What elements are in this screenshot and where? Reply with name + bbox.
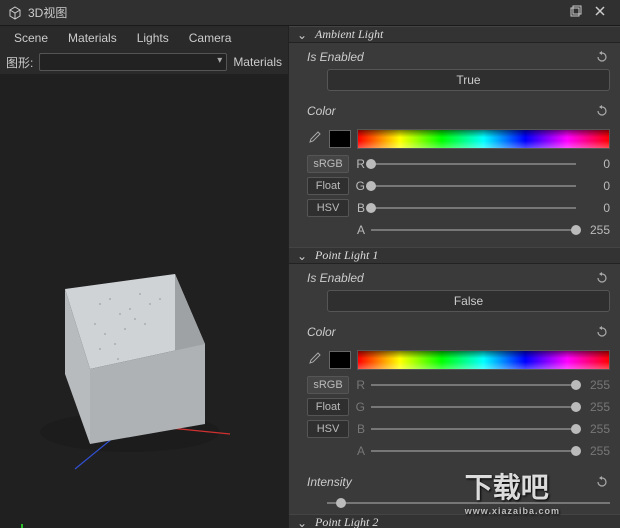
mode-srgb[interactable]: sRGB bbox=[307, 376, 349, 394]
channel-slider[interactable] bbox=[371, 161, 576, 167]
intensity-slider[interactable] bbox=[327, 500, 610, 506]
mode-srgb[interactable]: sRGB bbox=[307, 155, 349, 173]
eyedropper-icon[interactable] bbox=[307, 352, 323, 368]
channel-slider[interactable] bbox=[371, 426, 576, 432]
viewport-3d[interactable] bbox=[0, 74, 288, 528]
reset-button[interactable] bbox=[594, 103, 610, 119]
section-title: Point Light 1 bbox=[315, 248, 378, 263]
menu-lights[interactable]: Lights bbox=[129, 29, 177, 47]
section-point-light-2[interactable]: ⌄ Point Light 2 bbox=[289, 514, 620, 528]
channel-label: R bbox=[355, 378, 365, 392]
channel-slider[interactable] bbox=[371, 183, 576, 189]
channel-label: B bbox=[355, 201, 365, 215]
is-enabled-label: Is Enabled bbox=[307, 50, 364, 64]
color-spectrum[interactable] bbox=[357, 350, 610, 370]
channel-value: 255 bbox=[582, 223, 610, 237]
eyedropper-icon[interactable] bbox=[307, 131, 323, 147]
channel-slider[interactable] bbox=[371, 382, 576, 388]
mode-hsv[interactable]: HSV bbox=[307, 420, 349, 438]
shape-label: 图形: bbox=[6, 54, 33, 71]
channel-value: 255 bbox=[582, 378, 610, 392]
maximize-button[interactable] bbox=[564, 5, 588, 20]
section-ambient-light[interactable]: ⌄ Ambient Light bbox=[289, 26, 620, 43]
color-swatch[interactable] bbox=[329, 130, 351, 148]
chevron-down-icon: ⌄ bbox=[297, 516, 311, 528]
menu-scene[interactable]: Scene bbox=[6, 29, 56, 47]
channel-slider[interactable] bbox=[371, 227, 576, 233]
channel-label: A bbox=[355, 223, 365, 237]
reset-button[interactable] bbox=[594, 270, 610, 286]
menu-materials[interactable]: Materials bbox=[60, 29, 125, 47]
channel-value: 0 bbox=[582, 157, 610, 171]
color-spectrum[interactable] bbox=[357, 129, 610, 149]
reset-button[interactable] bbox=[594, 49, 610, 65]
is-enabled-label: Is Enabled bbox=[307, 271, 364, 285]
menu-camera[interactable]: Camera bbox=[181, 29, 240, 47]
channel-label: G bbox=[355, 400, 365, 414]
section-point-light-1[interactable]: ⌄ Point Light 1 bbox=[289, 247, 620, 264]
channel-slider[interactable] bbox=[371, 404, 576, 410]
shape-dropdown[interactable] bbox=[39, 53, 227, 71]
intensity-label: Intensity bbox=[307, 475, 352, 489]
enabled-toggle[interactable]: False bbox=[327, 290, 610, 312]
channel-value: 255 bbox=[582, 422, 610, 436]
window-title: 3D视图 bbox=[28, 4, 564, 21]
cube-icon bbox=[8, 6, 22, 20]
materials-toggle[interactable]: Materials bbox=[233, 55, 282, 69]
enabled-toggle[interactable]: True bbox=[327, 69, 610, 91]
mode-float[interactable]: Float bbox=[307, 398, 349, 416]
section-title: Point Light 2 bbox=[315, 515, 378, 528]
mode-hsv[interactable]: HSV bbox=[307, 199, 349, 217]
section-title: Ambient Light bbox=[315, 27, 383, 42]
chevron-down-icon: ⌄ bbox=[297, 28, 311, 42]
color-label: Color bbox=[307, 104, 336, 118]
reset-button[interactable] bbox=[594, 474, 610, 490]
channel-label: R bbox=[355, 157, 365, 171]
channel-slider[interactable] bbox=[371, 205, 576, 211]
mode-float[interactable]: Float bbox=[307, 177, 349, 195]
close-button[interactable] bbox=[588, 5, 612, 20]
channel-value: 0 bbox=[582, 179, 610, 193]
color-swatch[interactable] bbox=[329, 351, 351, 369]
shape-toolbar: 图形: Materials bbox=[0, 50, 288, 74]
channel-value: 255 bbox=[582, 400, 610, 414]
channel-value: 255 bbox=[582, 444, 610, 458]
channel-label: G bbox=[355, 179, 365, 193]
reset-button[interactable] bbox=[594, 324, 610, 340]
channel-label: A bbox=[355, 444, 365, 458]
chevron-down-icon: ⌄ bbox=[297, 249, 311, 263]
color-label: Color bbox=[307, 325, 336, 339]
menubar: Scene Materials Lights Camera bbox=[0, 26, 288, 50]
properties-panel: ⌄ Ambient Light Is Enabled True Color bbox=[288, 26, 620, 528]
titlebar: 3D视图 bbox=[0, 0, 620, 26]
channel-value: 0 bbox=[582, 201, 610, 215]
channel-label: B bbox=[355, 422, 365, 436]
channel-slider[interactable] bbox=[371, 448, 576, 454]
